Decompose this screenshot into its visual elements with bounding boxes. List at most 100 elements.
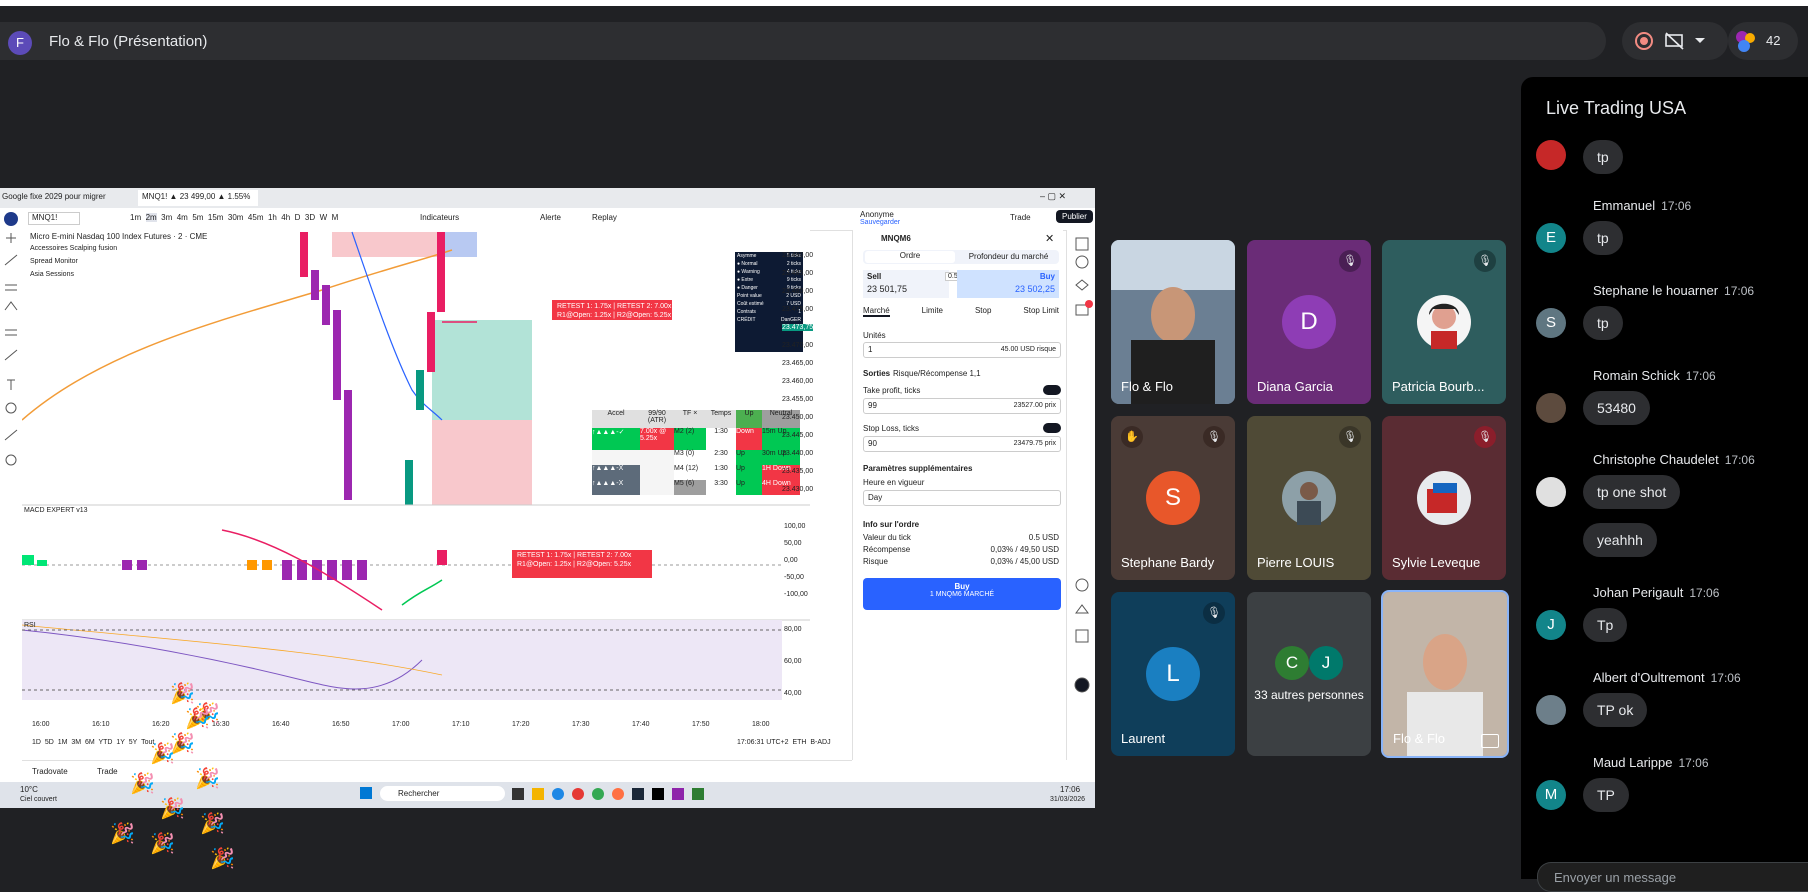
avatar [1536, 477, 1566, 507]
tp-value: 99 [868, 401, 877, 410]
avatar: D [1282, 295, 1336, 349]
svg-text:🎉: 🎉 [130, 771, 155, 795]
avatar [1536, 393, 1566, 423]
time-tick: 17:20 [512, 721, 530, 728]
tile-participant-2[interactable]: D 🎙 Diana Garcia [1247, 240, 1371, 404]
tf-4m[interactable]: 4m [177, 213, 188, 222]
tf-m[interactable]: M [332, 213, 339, 222]
tf-15m[interactable]: 15m [208, 213, 224, 222]
chat-author: Albert d'Oultremont 17:06 [1593, 670, 1741, 685]
order-type-market[interactable]: Marché [863, 306, 890, 317]
macd-retest-line-2: R1@Open: 1.25x | R2@Open: 5.25x [517, 561, 632, 568]
chat-author: Stephane le houarner 17:06 [1593, 283, 1755, 298]
buy-button-sub: 1 MNQM6 MARCHÉ [929, 591, 995, 598]
avatar: J [1309, 646, 1343, 680]
taskbar-app-icons[interactable] [512, 785, 742, 803]
avatar-image-icon [1297, 482, 1321, 525]
tf-30m[interactable]: 30m [228, 213, 244, 222]
tf-w[interactable]: W [320, 213, 328, 222]
buy-side-button[interactable]: Buy 23 502,25 [957, 270, 1059, 298]
tile-presenter[interactable]: Flo & Flo [1381, 590, 1509, 758]
tile-participant-3[interactable]: 🎙 Patricia Bourb... [1382, 240, 1506, 404]
taskbar-search[interactable]: Rechercher [380, 786, 505, 801]
drawing-tool-icons[interactable] [0, 230, 22, 610]
tab-tradovate[interactable]: Tradovate [32, 767, 68, 776]
tab-depth[interactable]: Profondeur du marché [961, 252, 1056, 261]
macd-tick: -50,00 [784, 574, 804, 581]
order-type-stop[interactable]: Stop [975, 306, 991, 317]
rsi-label[interactable]: RSI [24, 622, 36, 629]
svg-text:🎉: 🎉 [170, 681, 195, 705]
avatar: M [1536, 780, 1566, 810]
order-type-limit[interactable]: Limite [922, 306, 943, 317]
chevron-down-icon[interactable] [1694, 37, 1706, 45]
svg-text:🎉: 🎉 [185, 706, 210, 730]
order-type-stop-limit[interactable]: Stop Limit [1023, 306, 1059, 317]
tile-others[interactable]: C J 33 autres personnes [1247, 592, 1371, 756]
tile-participant-6[interactable]: 🎙 Sylvie Leveque [1382, 416, 1506, 580]
buy-button[interactable]: Buy 1 MNQM6 MARCHÉ [863, 578, 1061, 610]
participants-button[interactable]: 42 [1728, 22, 1798, 60]
risk-row: ● Normal 2 ticks [737, 261, 801, 267]
close-icon[interactable]: ✕ [1045, 232, 1054, 245]
weather-temp[interactable]: 10°C [20, 785, 38, 794]
macd-label[interactable]: MACD EXPERT v13 [24, 507, 88, 514]
sl-toggle[interactable] [1043, 423, 1061, 433]
buy-price: 23 502,25 [1014, 284, 1055, 294]
browser-tab-1[interactable]: Google fixe 2029 pour migrer [2, 192, 132, 201]
tf-1m[interactable]: 1m [130, 213, 141, 222]
trade-button[interactable]: Trade [1010, 213, 1031, 222]
tf-4h[interactable]: 4h [281, 213, 290, 222]
tv-logo [4, 212, 18, 226]
pip-icon[interactable] [1481, 734, 1499, 748]
side-panel-icons[interactable] [1067, 230, 1095, 760]
chat-message-input[interactable]: Envoyer un message [1537, 862, 1808, 892]
right-toolbar[interactable] [1066, 230, 1095, 760]
price-tick: 23.455,00 [782, 396, 814, 403]
tif-select[interactable]: Day [863, 490, 1061, 506]
mic-off-icon: 🎙 [1203, 426, 1225, 448]
sell-button[interactable]: Sell 23 501,75 [863, 270, 949, 298]
info-row: Valeur du tick 0.5 USD [863, 533, 1059, 542]
account-save[interactable]: Sauvegarder [860, 219, 900, 226]
tile-participant-1[interactable]: Flo & Flo [1111, 240, 1235, 404]
tf-d[interactable]: D [295, 213, 301, 222]
tf-5m[interactable]: 5m [192, 213, 203, 222]
window-controls[interactable]: – ▢ ✕ [1040, 191, 1066, 202]
chat-bubble: tp [1583, 221, 1623, 255]
mic-off-icon: 🎙 [1339, 426, 1361, 448]
tf-3m[interactable]: 3m [161, 213, 172, 222]
tp-input[interactable]: 99 23527.00 prix [863, 398, 1061, 414]
tile-name: Flo & Flo [1121, 379, 1174, 394]
alert-button[interactable]: Alerte [540, 213, 561, 222]
sl-label: Stop Loss, ticks [863, 424, 920, 433]
sl-input[interactable]: 90 23479.75 prix [863, 436, 1061, 452]
tf-3d[interactable]: 3D [305, 213, 315, 222]
tf-2m[interactable]: 2m [145, 213, 157, 222]
tf-1h[interactable]: 1h [268, 213, 277, 222]
tab-order[interactable]: Ordre [865, 251, 955, 263]
sl-value: 90 [868, 439, 877, 448]
tile-participant-7[interactable]: L 🎙 Laurent [1111, 592, 1235, 756]
tf-45m[interactable]: 45m [248, 213, 264, 222]
tile-name: Pierre LOUIS [1257, 555, 1335, 570]
tile-participant-5[interactable]: 🎙 Pierre LOUIS [1247, 416, 1371, 580]
account-name[interactable]: Anonyme [860, 210, 894, 219]
windows-start-icon[interactable] [360, 787, 372, 799]
tp-toggle[interactable] [1043, 385, 1061, 395]
time-tick: 17:10 [452, 721, 470, 728]
units-input[interactable]: 1 45.00 USD risque [863, 342, 1061, 358]
browser-tab-2[interactable]: MNQ1! ▲ 23 499,00 ▲ 1.55% [138, 190, 258, 206]
replay-button[interactable]: Replay [592, 213, 617, 222]
publish-button[interactable]: Publier [1056, 210, 1093, 223]
mic-off-icon: 🎙 [1339, 250, 1361, 272]
tile-participant-4[interactable]: S ✋ 🎙 Stephane Bardy [1111, 416, 1235, 580]
chat-input-placeholder: Envoyer un message [1554, 870, 1677, 885]
chat-author: Johan Perigault 17:06 [1593, 585, 1720, 600]
chat-bubble: tp [1583, 140, 1623, 174]
meeting-title[interactable]: Flo & Flo (Présentation) [49, 33, 207, 50]
drawing-tools[interactable] [0, 230, 23, 760]
indicators-button[interactable]: Indicateurs [420, 213, 459, 222]
symbol-search[interactable]: MNQ1! [28, 212, 80, 225]
present-off-icon[interactable] [1664, 31, 1686, 51]
